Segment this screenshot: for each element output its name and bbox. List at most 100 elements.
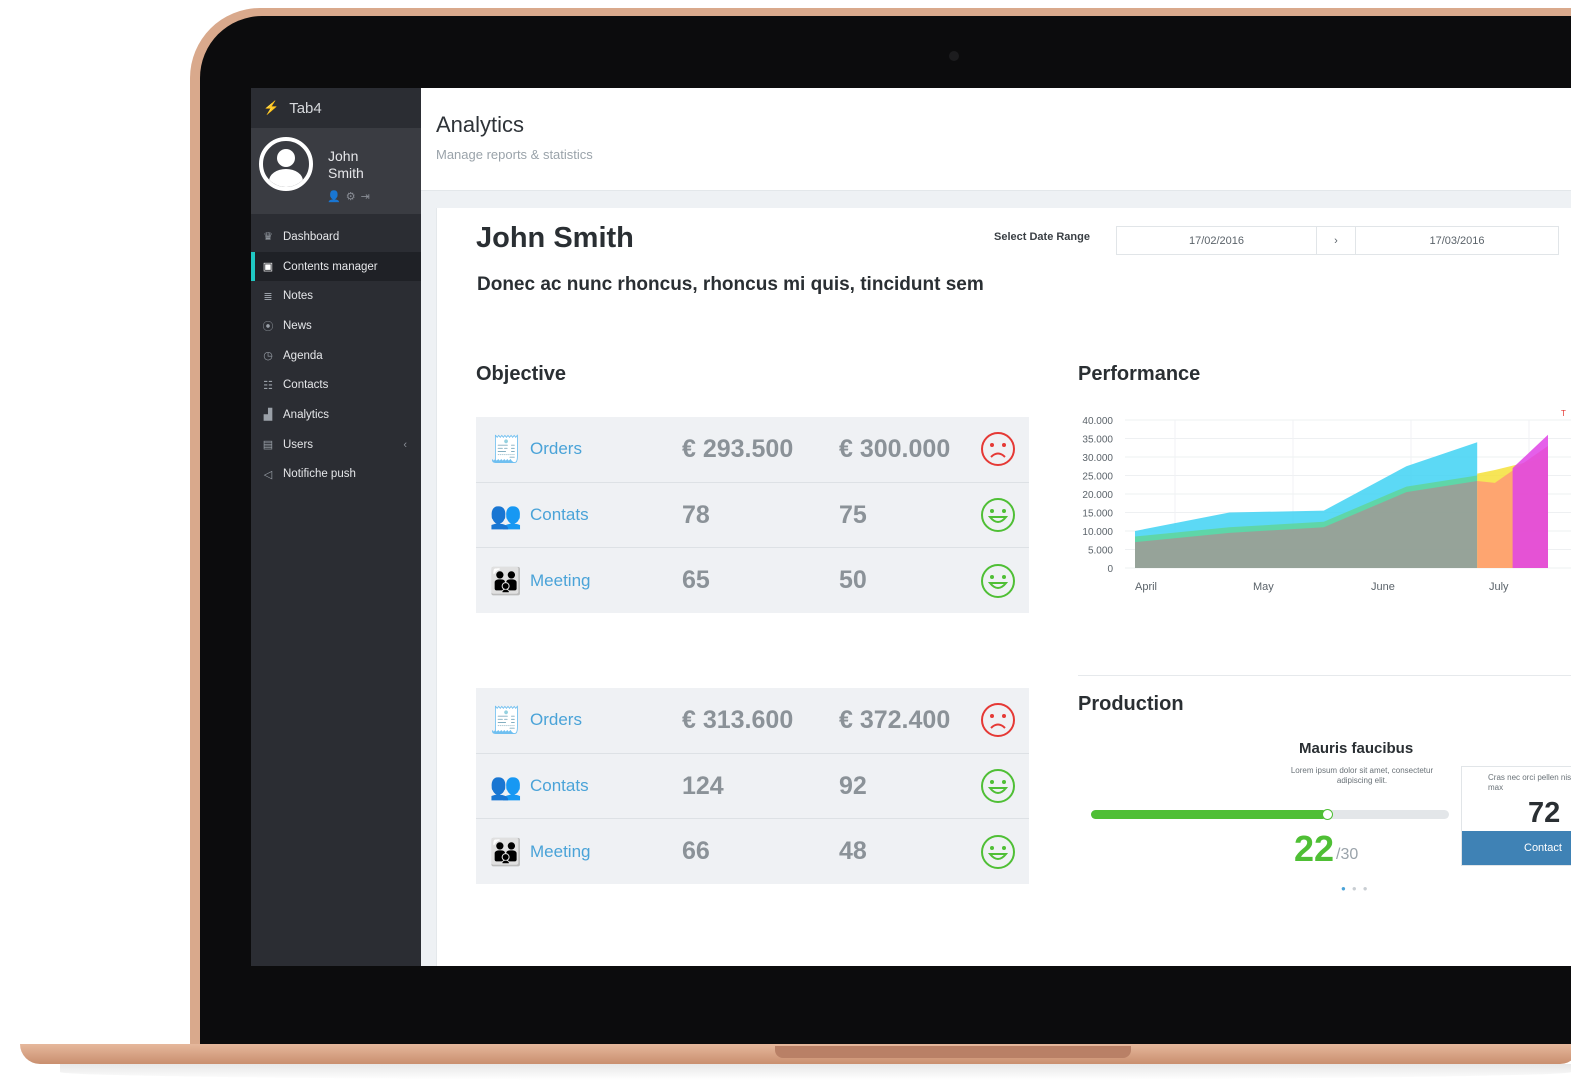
carousel-dot[interactable]: ● bbox=[1352, 884, 1363, 893]
row-label: Orders bbox=[530, 710, 582, 730]
sidebar-item-label: Analytics bbox=[283, 408, 330, 421]
y-tick-label: 0 bbox=[1107, 564, 1113, 575]
add-contact-icon: 👥 bbox=[489, 500, 523, 531]
sidebar-item-label: Contents manager bbox=[283, 260, 378, 273]
row-label: Meeting bbox=[530, 841, 591, 861]
y-tick-label: 20.000 bbox=[1082, 490, 1113, 501]
table-row: 👪 Meeting 65 50 bbox=[476, 548, 1029, 613]
brand[interactable]: ⚡ Tab4 bbox=[251, 88, 421, 128]
sidebar-item-label: Contacts bbox=[283, 379, 329, 392]
production-card-title: Mauris faucibus bbox=[1299, 740, 1414, 757]
page-subtitle: Manage reports & statistics bbox=[436, 147, 593, 162]
performance-title: Performance bbox=[1078, 363, 1201, 385]
sidebar-item-dashboard[interactable]: ♛ Dashboard bbox=[251, 222, 421, 252]
production-title: Production bbox=[1078, 693, 1184, 715]
sidebar-item-label: Agenda bbox=[283, 349, 323, 362]
sad-face-icon bbox=[981, 703, 1015, 738]
table-icon: ▤ bbox=[262, 439, 274, 452]
sidebar-item-label: Dashboard bbox=[283, 230, 340, 243]
production-score: 22 bbox=[1294, 828, 1335, 869]
sidebar-item-contacts[interactable]: ☷ Contacts bbox=[251, 370, 421, 400]
sidebar-item-analytics[interactable]: ▟ Analytics bbox=[251, 400, 421, 430]
camera bbox=[949, 51, 959, 61]
gear-icon[interactable]: ⚙ bbox=[346, 191, 361, 203]
megaphone-icon: ◁ bbox=[263, 468, 273, 481]
happy-face-icon bbox=[981, 563, 1015, 598]
production-card-2: Cras nec orci pellen nisi volutpat max 7… bbox=[1461, 766, 1571, 866]
objective-title: Objective bbox=[476, 363, 567, 385]
sidebar-item-users[interactable]: ▤ Users ‹ bbox=[251, 430, 421, 460]
objective-table: 🧾 Orders € 313.600 € 372.400 👥 Contats 1… bbox=[476, 688, 1029, 885]
user-first-name: John bbox=[328, 148, 359, 164]
receipt-icon: 🧾 bbox=[489, 434, 523, 465]
row-label: Meeting bbox=[530, 570, 591, 590]
meeting-icon: 👪 bbox=[489, 565, 523, 596]
card2-value: 72 bbox=[1528, 797, 1561, 829]
row-target: € 300.000 bbox=[839, 434, 951, 463]
clock-icon: ◷ bbox=[263, 350, 273, 363]
row-label: Orders bbox=[530, 439, 582, 459]
notes-icon: ≣ bbox=[263, 290, 273, 303]
bolt-icon: ⚡ bbox=[263, 100, 280, 115]
table-row: 👥 Contats 78 75 bbox=[476, 483, 1029, 549]
report-panel: John Smith Donec ac nunc rhoncus, rhoncu… bbox=[436, 208, 1571, 966]
film-icon: ▣ bbox=[262, 261, 274, 274]
sidebar-item-contents-manager[interactable]: ▣ Contents manager bbox=[251, 251, 421, 282]
row-value: 78 bbox=[682, 500, 710, 529]
legend-label: T bbox=[1561, 409, 1566, 418]
user-name: John Smith bbox=[328, 148, 408, 182]
sidebar-item-agenda[interactable]: ◷ Agenda bbox=[251, 341, 421, 371]
x-tick-label: May bbox=[1253, 581, 1274, 593]
user-card: John Smith 👤⚙⇥ bbox=[251, 128, 421, 214]
bar-chart-icon: ▟ bbox=[263, 409, 273, 422]
carousel-dots[interactable]: ●●● bbox=[1341, 884, 1374, 893]
sidebar-item-label: Notifiche push bbox=[283, 468, 356, 481]
sidebar-item-news[interactable]: ⦿ News bbox=[251, 311, 421, 341]
progress-knob[interactable] bbox=[1322, 809, 1334, 820]
table-row: 👪 Meeting 66 48 bbox=[476, 819, 1029, 884]
carousel-dot[interactable]: ● bbox=[1363, 884, 1374, 893]
row-target: 92 bbox=[839, 771, 867, 800]
row-value: 65 bbox=[682, 566, 710, 595]
y-tick-label: 15.000 bbox=[1082, 509, 1113, 520]
broadcast-icon: ⦿ bbox=[262, 320, 274, 333]
chevron-left-icon[interactable]: ‹ bbox=[403, 439, 407, 451]
date-to-input[interactable]: 17/03/2016 bbox=[1355, 226, 1559, 255]
y-tick-label: 35.000 bbox=[1082, 435, 1113, 446]
section-divider bbox=[1078, 675, 1571, 676]
x-tick-label: June bbox=[1371, 581, 1395, 593]
receipt-icon: 🧾 bbox=[489, 705, 523, 736]
app-title: Tab4 bbox=[289, 99, 322, 117]
y-tick-label: 10.000 bbox=[1082, 527, 1113, 538]
page-header: Analytics Manage reports & statistics bbox=[421, 88, 1571, 191]
date-from-input[interactable]: 17/02/2016 bbox=[1116, 226, 1317, 255]
sidebar: ⚡ Tab4 John Smith 👤⚙⇥ ♛ Dashboard ▣ Conten… bbox=[251, 88, 421, 966]
table-row: 🧾 Orders € 293.500 € 300.000 bbox=[476, 417, 1029, 483]
app-screen: ⚡ Tab4 John Smith 👤⚙⇥ ♛ Dashboard ▣ Conten… bbox=[251, 88, 1571, 966]
sidebar-item-notifiche-push[interactable]: ◁ Notifiche push bbox=[251, 460, 421, 490]
profile-icon[interactable]: 👤 bbox=[327, 191, 346, 203]
avatar-icon[interactable] bbox=[259, 137, 313, 191]
y-tick-label: 5.000 bbox=[1088, 546, 1113, 557]
date-range-arrow[interactable]: › bbox=[1316, 226, 1356, 255]
row-target: € 372.400 bbox=[839, 705, 951, 734]
table-row: 👥 Contats 124 92 bbox=[476, 754, 1029, 820]
sidebar-item-notes[interactable]: ≣ Notes bbox=[251, 281, 421, 311]
y-tick-label: 25.000 bbox=[1082, 472, 1113, 483]
main-content: Analytics Manage reports & statistics Jo… bbox=[421, 88, 1571, 966]
row-value: € 313.600 bbox=[682, 705, 794, 734]
logout-icon[interactable]: ⇥ bbox=[361, 191, 375, 203]
table-row: 🧾 Orders € 313.600 € 372.400 bbox=[476, 688, 1029, 754]
y-tick-label: 30.000 bbox=[1082, 453, 1113, 464]
row-target: 48 bbox=[839, 837, 867, 866]
y-tick-label: 40.000 bbox=[1082, 416, 1113, 427]
objective-table: 🧾 Orders € 293.500 € 300.000 👥 Contats 7… bbox=[476, 417, 1029, 614]
row-target: 50 bbox=[839, 566, 867, 595]
contact-button[interactable]: Contact bbox=[1462, 831, 1571, 865]
carousel-dot-active[interactable]: ● bbox=[1341, 884, 1352, 893]
meeting-icon: 👪 bbox=[489, 836, 523, 867]
date-range-label: Select Date Range bbox=[994, 231, 1090, 243]
x-tick-label: April bbox=[1135, 581, 1157, 593]
row-label: Contats bbox=[530, 776, 589, 796]
report-tagline: Donec ac nunc rhoncus, rhoncus mi quis, … bbox=[477, 274, 984, 295]
